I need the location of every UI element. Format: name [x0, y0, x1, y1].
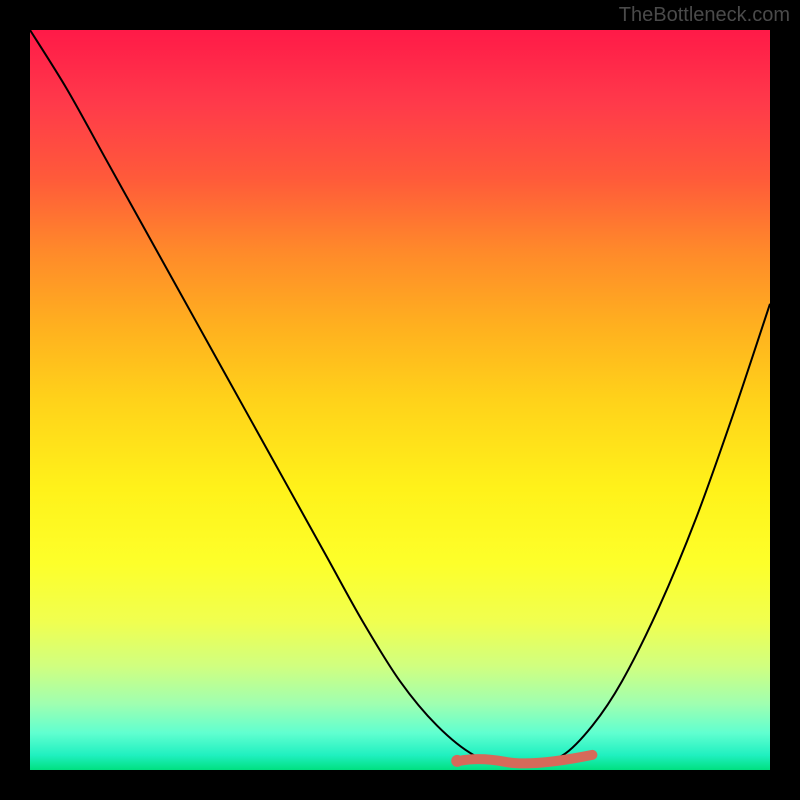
watermark-text: TheBottleneck.com [619, 4, 790, 27]
optimal-point-dot [451, 755, 463, 767]
bottleneck-curve [30, 30, 770, 764]
chart-plot-area [30, 30, 770, 770]
chart-svg [30, 30, 770, 770]
optimal-range-marker [459, 755, 592, 763]
